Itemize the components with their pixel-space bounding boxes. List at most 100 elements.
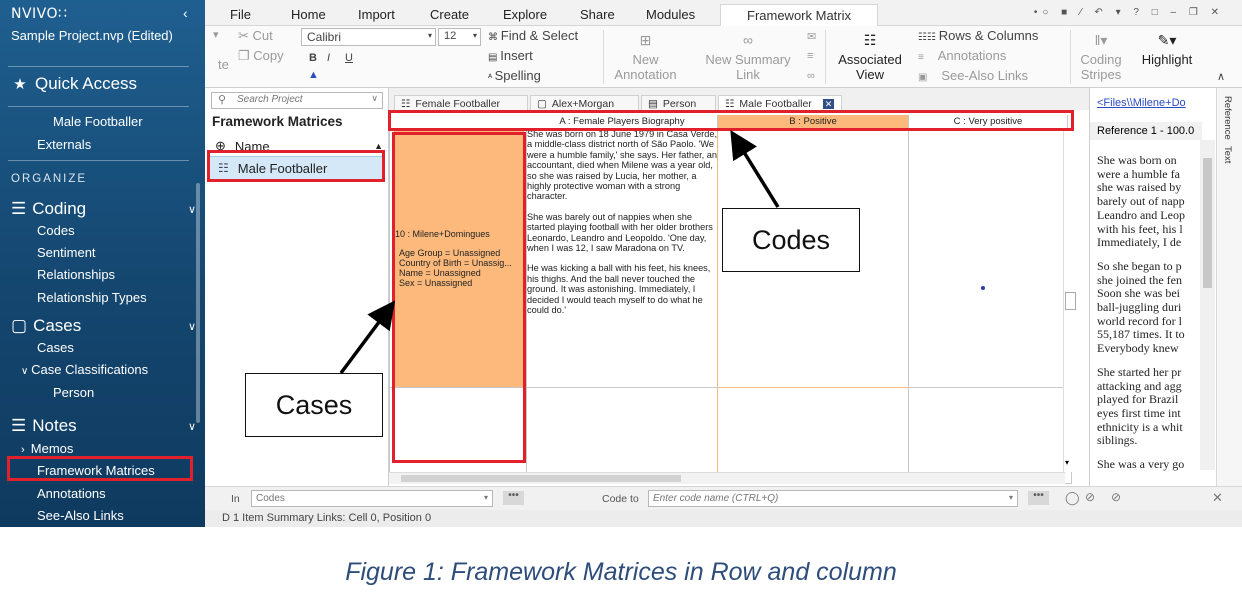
coding-icon: ☰ (11, 199, 27, 218)
close-icon[interactable]: ✕ (1212, 490, 1223, 506)
sidebar-item-relationship-types[interactable]: Relationship Types (37, 290, 147, 305)
annotations-button[interactable]: ≡ Annotations (918, 48, 1006, 63)
paste-dropdown-icon[interactable]: ▾ (213, 28, 219, 41)
tab-file[interactable]: File (230, 7, 251, 22)
link-icon: ∞ (743, 32, 753, 48)
associated-view-button[interactable]: ☷ Associated View (830, 30, 910, 82)
highlight-framework-matrices (7, 456, 193, 481)
scroll-thumb[interactable] (401, 475, 681, 482)
coding-label: Coding (32, 199, 87, 218)
sidebar-item-memos[interactable]: › Memos (21, 441, 73, 456)
sidebar-item-sentiment[interactable]: Sentiment (37, 245, 96, 260)
matrix-vertical-scrollbar[interactable]: ▾ (1063, 130, 1077, 472)
matrix-icon: ☷ (725, 97, 735, 110)
copy-button[interactable]: ❐ Copy (238, 48, 284, 64)
font-size-select[interactable]: 12 ▾ (438, 28, 481, 46)
matrix-icon: ☷ (401, 97, 411, 110)
font-family-select[interactable]: Calibri ▾ (301, 28, 436, 46)
sidebar-item-male-footballer[interactable]: Male Footballer (53, 114, 143, 129)
sidebar-scrollbar[interactable] (196, 183, 200, 423)
rows-columns-button[interactable]: ☷☷ Rows & Columns (918, 28, 1038, 43)
sidebar-item-annotations[interactable]: Annotations (37, 486, 106, 501)
in-more-button[interactable]: ••• (503, 491, 524, 505)
sidebar-item-codes[interactable]: Codes (37, 223, 75, 238)
side-tab-reference[interactable]: Reference (1222, 96, 1233, 140)
tab-share[interactable]: Share (580, 7, 615, 22)
coding-stripes-button[interactable]: ‖▾ Coding Stripes (1072, 30, 1130, 82)
font-color-icon[interactable]: ▲ (308, 69, 319, 81)
cases-header[interactable]: ▢ Cases ∨ (11, 316, 196, 336)
find-select-button[interactable]: ⌘ Find & Select (488, 28, 578, 43)
tab-explore[interactable]: Explore (503, 7, 547, 22)
chain-icon[interactable]: ∞ (807, 70, 815, 82)
matrix-cell-summary[interactable]: She was born on 18 June 1979 in Casa Ver… (527, 129, 717, 326)
ribbon-tab-bar: File Home Import Create Explore Share Mo… (205, 0, 1242, 29)
grid-line (718, 387, 909, 388)
tab-import[interactable]: Import (358, 7, 395, 22)
collapse-sidebar-icon[interactable]: ‹ (183, 5, 188, 21)
search-project-input[interactable]: ⚲ Search Project ∨ (211, 92, 383, 109)
uncode-alt-icon[interactable]: ⊘ (1111, 490, 1121, 504)
sidebar-item-person[interactable]: Person (53, 385, 94, 400)
binoculars-icon: ⌘ (488, 32, 501, 43)
spelling-button[interactable]: ᴬ Spelling (488, 68, 541, 83)
side-tab-text[interactable]: Text (1222, 146, 1233, 163)
codes-callout: Codes (722, 208, 860, 272)
reference-scrollbar[interactable] (1200, 140, 1215, 470)
cut-button[interactable]: ✂ Cut (238, 28, 273, 44)
link-small-icon[interactable]: ✉ (807, 30, 816, 43)
italic-button[interactable]: I (327, 52, 330, 64)
new-annotation-button[interactable]: ⊞ New Annotation (607, 30, 684, 82)
tab-create[interactable]: Create (430, 7, 469, 22)
chevron-down-icon: ∨ (187, 320, 196, 333)
chevron-down-icon: ▾ (1008, 493, 1013, 502)
divider (8, 66, 189, 67)
divider (8, 160, 189, 161)
sidebar-item-case-classifications[interactable]: ∨ Case Classifications (21, 362, 148, 377)
code-name-input[interactable]: Enter code name (CTRL+Q) ▾ (648, 490, 1018, 507)
notes-label: Notes (32, 416, 77, 435)
ribbon-separator (1070, 30, 1071, 84)
notes-icon: ☰ (11, 416, 27, 435)
quick-access-header[interactable]: ★ Quick Access (11, 74, 137, 94)
notes-header[interactable]: ☰ Notes ∨ (11, 416, 196, 436)
tab-modules[interactable]: Modules (646, 7, 695, 22)
sidebar-item-see-also-links[interactable]: See-Also Links (37, 508, 124, 523)
scroll-down-icon[interactable]: ▾ (1065, 458, 1069, 467)
matrix-horizontal-scrollbar[interactable] (389, 472, 1065, 484)
insert-button[interactable]: ▤ Insert (488, 48, 533, 63)
bold-button[interactable]: B (309, 52, 317, 64)
new-annotation-icon: ⊞ (639, 32, 652, 48)
uncode-icon[interactable]: ⊘ (1085, 490, 1095, 504)
tab-female-footballer[interactable]: ☷ Female Footballer (394, 95, 528, 110)
in-select[interactable]: Codes ▾ (251, 490, 493, 507)
chevron-down-icon: ∨ (187, 420, 196, 433)
code-to-more-button[interactable]: ••• (1028, 491, 1049, 505)
close-icon[interactable]: ✕ (822, 98, 835, 109)
tab-male-footballer[interactable]: ☷ Male Footballer ✕ (718, 95, 842, 110)
scroll-thumb[interactable] (1065, 292, 1076, 310)
collapse-ribbon-icon[interactable]: ∧ (1217, 70, 1225, 83)
grid-view-icon: ☷ (863, 32, 877, 48)
underline-button[interactable]: U (345, 52, 353, 64)
sidebar-item-cases[interactable]: Cases (37, 340, 74, 355)
organize-label: ORGANIZE (11, 173, 88, 185)
chevron-down-icon: ▾ (483, 493, 488, 502)
tab-person[interactable]: ▤ Person (641, 95, 716, 110)
list-icon[interactable]: ≡ (807, 50, 813, 62)
scroll-thumb[interactable] (1203, 158, 1212, 288)
sidebar-item-relationships[interactable]: Relationships (37, 267, 115, 282)
window-controls[interactable]: •○ ■ ∕ ↶ ▾ ? □ – ❐ ✕ (1034, 7, 1224, 18)
coding-header[interactable]: ☰ Coding ∨ (11, 199, 196, 219)
highlight-button[interactable]: ✎▾ Highlight (1132, 30, 1202, 67)
paste-label[interactable]: te (218, 57, 229, 72)
sidebar-item-externals[interactable]: Externals (37, 137, 91, 152)
code-icon[interactable]: ◯ (1065, 490, 1080, 506)
in-label: In (231, 493, 240, 505)
tab-home[interactable]: Home (291, 7, 326, 22)
new-summary-link-button[interactable]: ∞ New Summary Link (698, 30, 798, 82)
quick-access-label: Quick Access (35, 74, 138, 93)
see-also-links-button[interactable]: ▣ See-Also Links (918, 68, 1028, 83)
source-link[interactable]: <Files\\Milene+Do (1097, 97, 1186, 109)
tab-alex-morgan[interactable]: ▢ Alex+Morgan (530, 95, 639, 110)
